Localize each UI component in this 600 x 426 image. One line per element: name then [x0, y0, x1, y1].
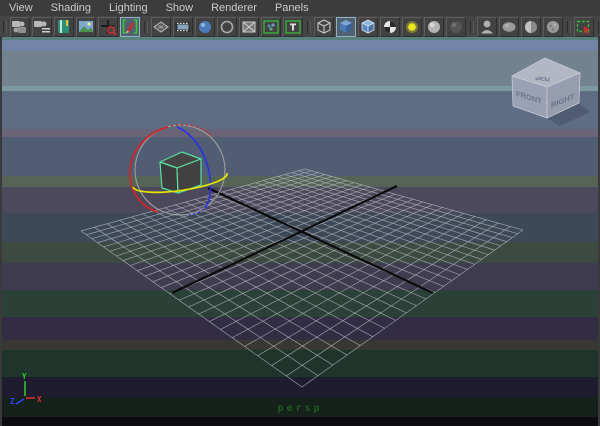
view-cube[interactable]: TOPFRONT RIGHT: [511, 57, 590, 126]
selected-cube[interactable]: [159, 151, 202, 194]
maya-viewport-panel: View Shading Lighting Show Renderer Panels TO…: [0, 0, 600, 426]
viewport-scene: TOPFRONT RIGHT YXZ: [10, 57, 590, 406]
camera-name-label: persp: [277, 403, 323, 414]
axis-y-label: Y: [22, 372, 27, 381]
axis-indicator: YXZ: [10, 372, 42, 406]
